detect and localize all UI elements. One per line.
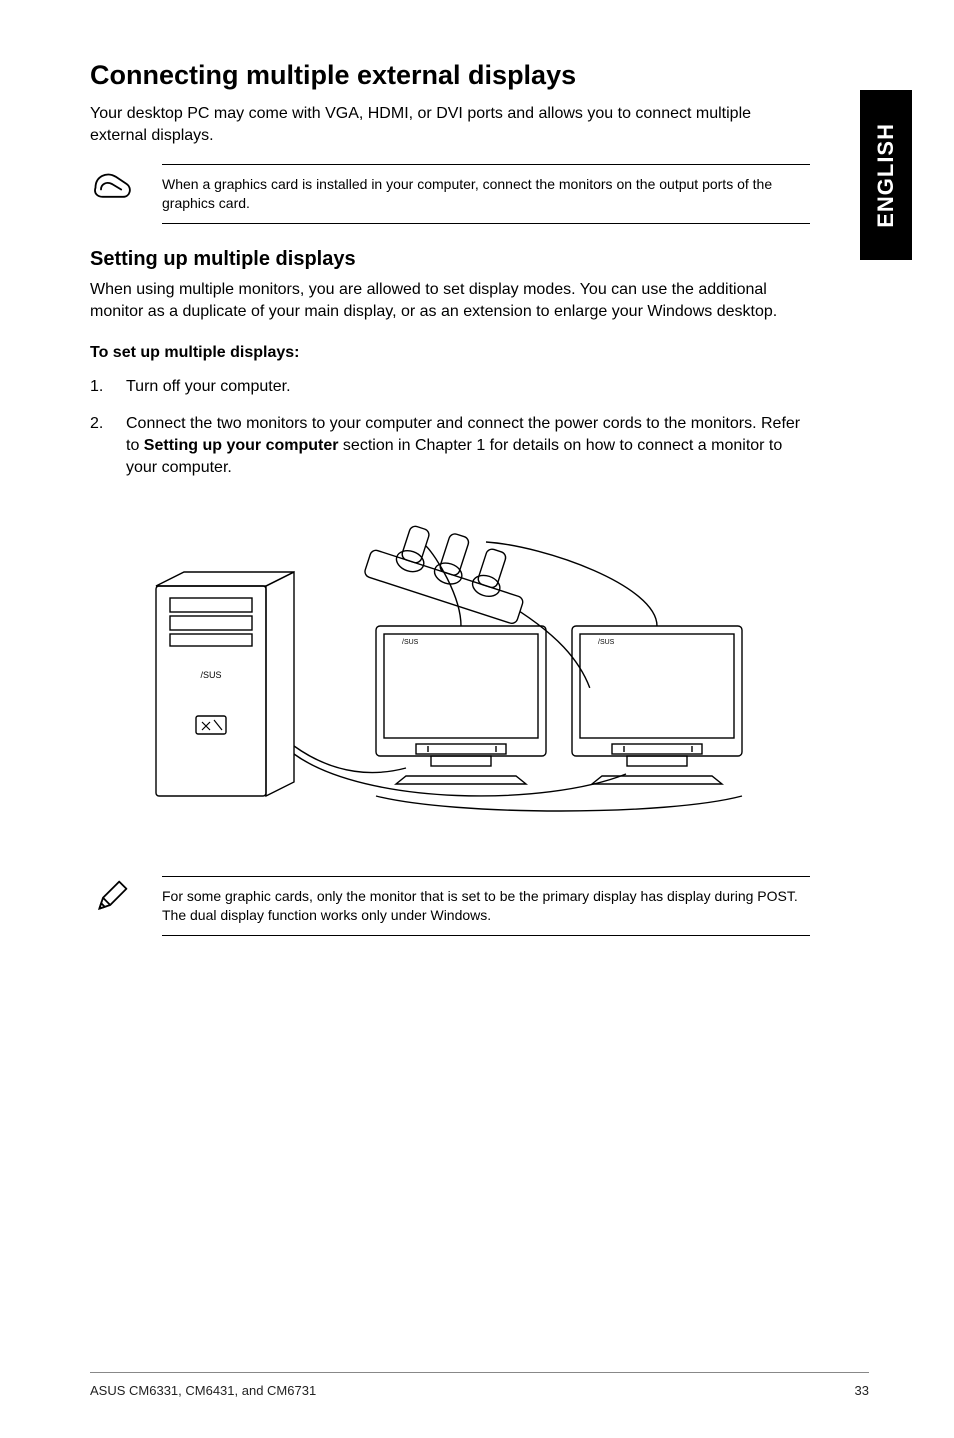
note-2-text: For some graphic cards, only the monitor… — [162, 876, 810, 936]
page-title: Connecting multiple external displays — [90, 60, 810, 91]
step-number: 1. — [90, 376, 126, 398]
language-tab: ENGLISH — [860, 90, 912, 260]
svg-text:/SUS: /SUS — [402, 639, 419, 646]
step-body: Turn off your computer. — [126, 376, 810, 398]
note-box-2: For some graphic cards, only the monitor… — [90, 876, 810, 936]
step-number: 2. — [90, 413, 126, 480]
list-item: 1. Turn off your computer. — [90, 376, 810, 398]
note-box-1: When a graphics card is installed in you… — [90, 164, 810, 224]
svg-text:/SUS: /SUS — [598, 639, 615, 646]
footer-page-number: 33 — [855, 1383, 869, 1398]
svg-text:/SUS: /SUS — [200, 670, 221, 680]
steps-list: 1. Turn off your computer. 2. Connect th… — [90, 376, 810, 480]
paperclip-icon — [90, 164, 134, 204]
step-text-bold: Setting up your computer — [144, 437, 339, 454]
page: ENGLISH Connecting multiple external dis… — [0, 0, 954, 1438]
intro-text: Your desktop PC may come with VGA, HDMI,… — [90, 103, 810, 146]
language-tab-label: ENGLISH — [873, 123, 899, 228]
note-1-text: When a graphics card is installed in you… — [162, 164, 810, 224]
page-footer: ASUS CM6331, CM6431, and CM6731 33 — [90, 1372, 869, 1398]
pencil-icon — [90, 876, 134, 916]
step-body: Connect the two monitors to your compute… — [126, 413, 810, 480]
list-item: 2. Connect the two monitors to your comp… — [90, 413, 810, 480]
content-area: Connecting multiple external displays Yo… — [90, 60, 810, 936]
step-text: Turn off your computer. — [126, 378, 291, 395]
footer-left: ASUS CM6331, CM6431, and CM6731 — [90, 1383, 316, 1398]
setup-illustration: /SUS /SUS — [126, 496, 766, 836]
section-heading: Setting up multiple displays — [90, 248, 810, 271]
steps-title: To set up multiple displays: — [90, 344, 810, 362]
subintro-text: When using multiple monitors, you are al… — [90, 279, 810, 322]
